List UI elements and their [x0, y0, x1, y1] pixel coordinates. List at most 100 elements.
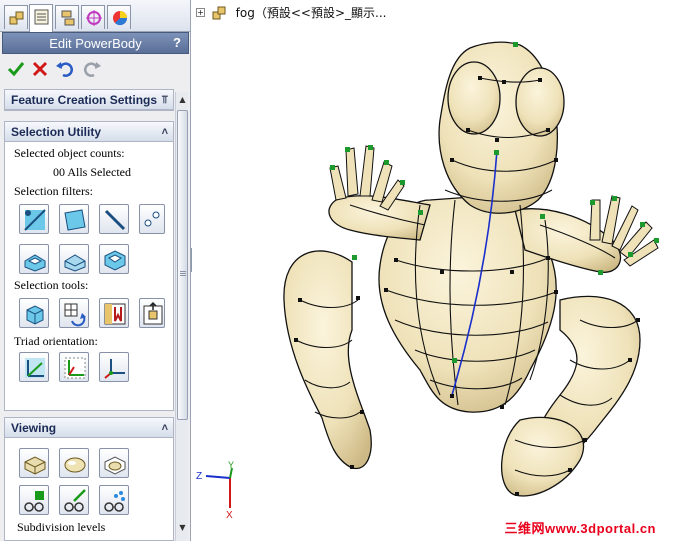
graphics-viewport[interactable]: + fog（預設<<預設>_顯示... Z Y X 三维网www.3dporta… [192, 0, 674, 541]
filter-edge-button[interactable] [99, 204, 129, 234]
configuration-manager-icon [61, 10, 75, 26]
glasses-points-icon [104, 491, 125, 512]
group-title: Selection Utility [11, 125, 102, 139]
z-axis-label: Z [196, 471, 202, 482]
scroll-down-arrow-icon[interactable]: ▼ [177, 522, 188, 534]
cube-select-icon [26, 305, 44, 325]
ok-check-icon [7, 62, 25, 77]
select-all-button[interactable] [19, 298, 49, 328]
edge-filter-icon [104, 209, 126, 231]
triad-world-icon [25, 358, 45, 378]
redo-icon [84, 62, 101, 77]
collapse-chevron-icon[interactable]: ˄ [162, 122, 168, 142]
dimxpert-icon [86, 10, 102, 26]
orientation-triad: Z Y X [196, 460, 234, 520]
filter-point-button[interactable] [139, 204, 165, 234]
display-points-button[interactable] [99, 485, 129, 515]
grid-swap-icon [64, 303, 86, 327]
display-manager-icon [113, 11, 128, 26]
display-vertices-button[interactable] [19, 485, 49, 515]
box-display-icon [24, 456, 46, 475]
help-button[interactable]: ? [169, 35, 185, 51]
loop-filter-icon [104, 250, 126, 271]
filter-vertex-button[interactable] [19, 204, 49, 234]
property-manager-icon [34, 9, 49, 25]
collapse-chevron-icon[interactable]: ˄ [162, 418, 168, 438]
loop-select-icon [143, 301, 163, 325]
manager-tabs [0, 0, 190, 32]
tab-configuration-manager[interactable] [55, 5, 79, 29]
tab-display-manager[interactable] [107, 5, 131, 29]
glasses-edge-icon [64, 489, 86, 512]
scrollbar-thumb[interactable] [177, 110, 188, 420]
point-filter-icon [144, 211, 160, 227]
triad-local-icon [64, 357, 86, 379]
face-filter-icon [64, 209, 86, 231]
triad-world-button[interactable] [19, 352, 49, 382]
cancel-x-icon [32, 61, 48, 77]
view-box-button[interactable] [19, 448, 49, 478]
select-grow-button[interactable] [59, 298, 89, 328]
undo-icon [56, 62, 73, 77]
grip-icon [180, 271, 186, 272]
triad-orientation-label: Triad orientation: [14, 334, 98, 348]
subdivision-levels-label: Subdivision levels [17, 520, 106, 534]
vertex-filter-icon [24, 209, 46, 231]
triad-view-button[interactable] [99, 352, 129, 382]
selected-counts-label: Selected object counts: [14, 146, 125, 160]
left-eye [447, 61, 501, 135]
expand-chevron-icon[interactable]: ⫪ [162, 90, 168, 110]
feature-manager-icon [9, 11, 24, 25]
smooth-display-icon [64, 457, 86, 473]
select-ring-button[interactable] [99, 298, 129, 328]
right-foot [501, 416, 585, 497]
feature-creation-settings-header[interactable]: Feature Creation Settings ⫪ [5, 90, 173, 110]
action-buttons [2, 56, 189, 82]
display-edges-button[interactable] [59, 485, 89, 515]
glasses-vertex-icon [24, 491, 44, 512]
ring-select-icon [104, 303, 126, 325]
box-and-smooth-icon [104, 456, 126, 475]
select-loop-button[interactable] [139, 298, 165, 328]
region-filter-icon [64, 254, 86, 272]
left-front-arm [328, 195, 431, 241]
tab-dimxpert[interactable] [81, 5, 105, 29]
frog-surface [283, 41, 641, 497]
cancel-button[interactable] [30, 59, 50, 79]
redo-button[interactable] [82, 59, 102, 79]
panel-scrollbar[interactable]: ▲ ▼ [175, 92, 188, 541]
filter-face-button[interactable] [59, 204, 89, 234]
property-manager-title-bar: Edit PowerBody ? [2, 32, 189, 54]
triad-local-button[interactable] [59, 352, 89, 382]
triad-view-icon [104, 359, 125, 379]
property-manager-scroll-area: Feature Creation Settings ⫪ Selection Ut… [2, 86, 174, 541]
selection-utility-header[interactable]: Selection Utility ˄ [5, 122, 173, 142]
selection-filters-label: Selection filters: [14, 184, 93, 198]
z-axis-line [205, 475, 231, 479]
group-title: Viewing [11, 421, 57, 435]
tab-property-manager[interactable] [29, 4, 53, 32]
view-both-button[interactable] [99, 448, 129, 478]
body-filter-icon [24, 254, 46, 272]
feature-creation-settings-group[interactable]: Feature Creation Settings ⫪ [4, 89, 174, 111]
x-axis-label: X [226, 510, 233, 520]
property-manager-panel: Edit PowerBody ? Feature Creation Settin… [0, 0, 191, 541]
filter-body-button[interactable] [19, 244, 49, 274]
frog-model-canvas[interactable] [192, 0, 674, 541]
undo-button[interactable] [55, 59, 75, 79]
selection-tools-label: Selection tools: [14, 278, 89, 292]
selected-counts-value: 00 Alls Selected [53, 165, 131, 179]
left-hind-leg [283, 250, 372, 470]
view-smooth-button[interactable] [59, 448, 89, 478]
selection-utility-group: Selection Utility ˄ Selected object coun… [4, 121, 174, 411]
viewing-group: Viewing ˄ Subdivision levels [4, 417, 174, 541]
viewing-header[interactable]: Viewing ˄ [5, 418, 173, 438]
scroll-up-arrow-icon[interactable]: ▲ [177, 94, 188, 106]
filter-loop-button[interactable] [99, 244, 129, 274]
tab-feature-manager[interactable] [4, 5, 28, 29]
group-title: Feature Creation Settings [11, 93, 158, 107]
ok-button[interactable] [6, 59, 26, 79]
y-axis-label: Y [228, 460, 234, 470]
watermark-text: 三维网www.3dportal.cn [504, 521, 656, 536]
filter-region-button[interactable] [59, 244, 89, 274]
